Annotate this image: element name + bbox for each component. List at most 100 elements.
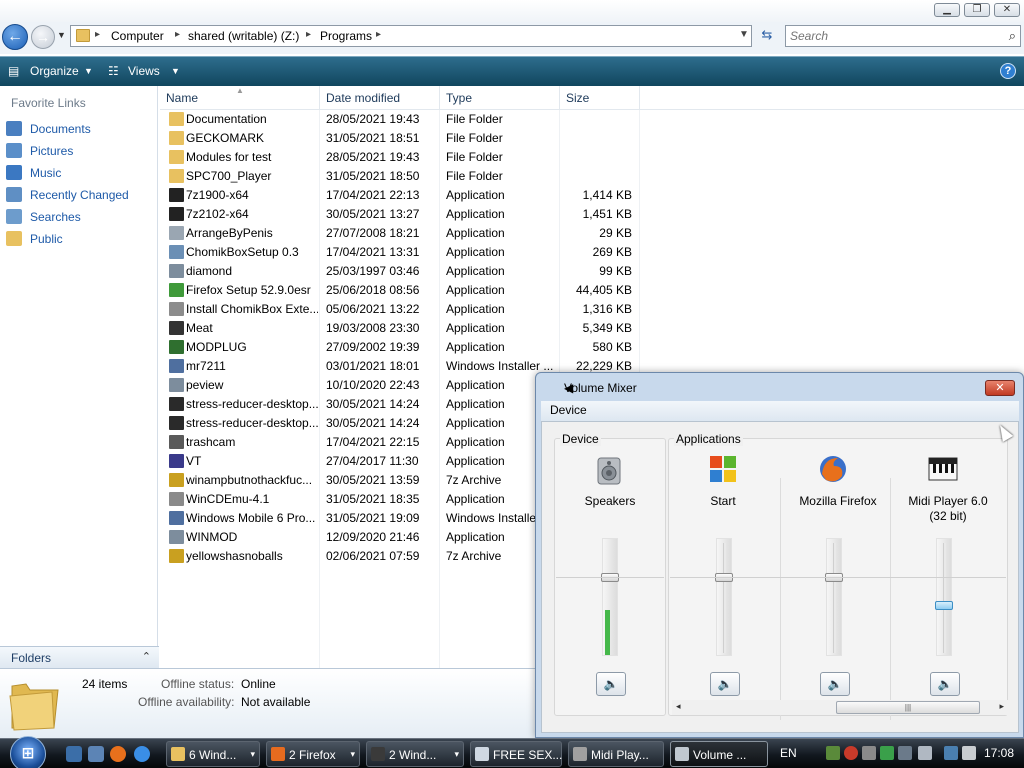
refresh-button[interactable]: ⇆ (756, 27, 778, 45)
help-icon[interactable]: ? (1000, 63, 1016, 79)
start-mute-button[interactable]: 🔈 (710, 672, 740, 696)
taskbar-button[interactable]: Volume ... (670, 741, 768, 767)
favorite-link-pictures[interactable]: Pictures (6, 142, 156, 160)
applications-scrollbar[interactable]: ◂ ||| ▸ (672, 700, 1008, 715)
recent-pages-dropdown[interactable]: ▼ (57, 30, 66, 40)
file-type: Application (446, 340, 505, 354)
breadcrumb-computer[interactable]: Computer (111, 29, 164, 43)
table-row[interactable]: 7z2102-x64 30/05/2021 13:27 Application 1,4… (160, 205, 640, 224)
firefox-quicklaunch-icon[interactable] (110, 746, 126, 762)
searches-icon (6, 209, 22, 224)
minimize-button[interactable]: ▁ (934, 3, 960, 17)
favorite-link-documents[interactable]: Documents (6, 120, 156, 138)
midi-player-mute-button[interactable]: 🔈 (930, 672, 960, 696)
firefox-volume-track[interactable] (826, 538, 842, 656)
organize-button[interactable]: Organize (30, 64, 79, 78)
taskbar-button[interactable]: 6 Wind... ▾ (166, 741, 260, 767)
views-button[interactable]: Views (128, 64, 160, 78)
tray-app-icon[interactable] (918, 746, 932, 760)
chevron-up-icon: ⌃ (141, 651, 151, 663)
folder-icon (169, 169, 184, 183)
file-icon (169, 207, 184, 221)
music-icon (6, 165, 22, 180)
taskbar-button[interactable]: FREE SEX... (470, 741, 562, 767)
midi-player-volume-track[interactable] (936, 538, 952, 656)
security-alert-icon[interactable] (844, 746, 858, 760)
file-date: 28/05/2021 19:43 (326, 112, 420, 126)
breadcrumb-drive[interactable]: shared (writable) (Z:) (188, 29, 299, 43)
mixer-close-button[interactable]: ✕ (985, 380, 1015, 396)
file-date: 17/04/2021 22:13 (326, 188, 420, 202)
network-status-icon[interactable] (826, 746, 840, 760)
column-header-row: Name ▲ Date modified Type Size (160, 86, 1024, 110)
file-name: Meat (186, 321, 213, 335)
table-row[interactable]: Meat 19/03/2008 23:30 Application 5,349 KB (160, 319, 640, 338)
column-header-date[interactable]: Date modified (320, 86, 440, 110)
maximize-button[interactable]: ❐ (964, 3, 990, 17)
table-row[interactable]: Install ChomikBox Exte... 05/06/2021 13:2… (160, 300, 640, 319)
back-button[interactable]: ← (2, 24, 28, 50)
file-date: 30/05/2021 14:24 (326, 416, 420, 430)
offline-status-value: Online (241, 677, 276, 691)
table-row[interactable]: Firefox Setup 52.9.0esr 25/06/2018 08:56 A… (160, 281, 640, 300)
address-dropdown-icon[interactable]: ▼ (739, 29, 749, 40)
start-volume-track[interactable] (716, 538, 732, 656)
file-size: 580 KB (592, 340, 632, 354)
forward-button[interactable]: → (31, 25, 55, 49)
start-button[interactable]: ⊞ (10, 736, 46, 768)
scrollbar-thumb[interactable]: ||| (836, 701, 980, 714)
favorite-link-recently-changed[interactable]: Recently Changed (6, 186, 156, 204)
refresh-icon: ⇆ (761, 27, 773, 42)
favorite-link-music[interactable]: Music (6, 164, 156, 182)
user-status-icon[interactable] (880, 746, 894, 760)
table-row[interactable]: ArrangeByPenis 27/07/2008 18:21 Applicatio… (160, 224, 640, 243)
language-indicator[interactable]: EN (780, 746, 797, 760)
scroll-right-icon[interactable]: ▸ (999, 701, 1004, 712)
table-row[interactable]: ChomikBoxSetup 0.3 17/04/2021 13:31 Applic… (160, 243, 640, 262)
midi-player-volume-slider[interactable] (935, 601, 953, 611)
menu-device[interactable]: Device (550, 403, 587, 417)
volume-tray-icon[interactable] (962, 746, 976, 760)
firefox-mute-button[interactable]: 🔈 (820, 672, 850, 696)
network-connection-icon[interactable] (944, 746, 958, 760)
table-row[interactable]: MODPLUG 27/09/2002 19:39 Application 580 KB (160, 338, 640, 357)
search-box[interactable]: ⌕ (785, 25, 1021, 47)
tray-app-icon[interactable] (862, 746, 876, 760)
scroll-left-icon[interactable]: ◂ (676, 701, 681, 712)
favorite-link-searches[interactable]: Searches (6, 208, 156, 226)
column-header-type[interactable]: Type (440, 86, 560, 110)
table-row[interactable]: Documentation 28/05/2021 19:43 File Folder (160, 110, 640, 129)
item-count: 24 items (82, 677, 128, 691)
public-folder-icon (6, 231, 22, 246)
table-row[interactable]: GECKOMARK 31/05/2021 18:51 File Folder (160, 129, 640, 148)
speakers-volume-track[interactable] (602, 538, 618, 656)
file-name: stress-reducer-desktop... (186, 397, 318, 411)
file-name: winampbutnothackfuc... (186, 473, 313, 487)
file-name: WinCDEmu-4.1 (186, 492, 270, 506)
taskbar-button[interactable]: 2 Firefox ▾ (266, 741, 360, 767)
favorite-link-public[interactable]: Public (6, 230, 156, 248)
search-icon[interactable]: ⌕ (1009, 28, 1016, 44)
folders-toggle[interactable]: Folders ⌃ (0, 646, 159, 668)
switch-windows-icon[interactable] (88, 746, 104, 762)
taskbar-button[interactable]: Midi Play... (568, 741, 664, 767)
column-header-size[interactable]: Size (560, 86, 640, 110)
file-name: Firefox Setup 52.9.0esr (186, 283, 311, 297)
speakers-mute-button[interactable]: 🔈 (596, 672, 626, 696)
table-row[interactable]: 7z1900-x64 17/04/2021 22:13 Application 1,4… (160, 186, 640, 205)
breadcrumb-programs[interactable]: Programs (320, 29, 372, 43)
search-input[interactable] (786, 26, 986, 46)
close-button[interactable]: ✕ (994, 3, 1020, 17)
address-bar[interactable]: ▸ Computer ▸ shared (writable) (Z:) ▸ Pr… (70, 25, 752, 47)
file-icon (169, 416, 184, 430)
taskbar-button[interactable]: 2 Wind... ▾ (366, 741, 464, 767)
show-desktop-icon[interactable] (66, 746, 82, 762)
internet-explorer-icon[interactable] (134, 746, 150, 762)
table-row[interactable]: diamond 25/03/1997 03:46 Application 99 KB (160, 262, 640, 281)
favorite-link-label: Searches (30, 210, 81, 224)
table-row[interactable]: SPC700_Player 31/05/2021 18:50 File Folder (160, 167, 640, 186)
system-clock[interactable]: 17:08 (984, 746, 1014, 760)
tray-app-icon[interactable] (898, 746, 912, 760)
table-row[interactable]: Modules for test 28/05/2021 19:43 File Fol… (160, 148, 640, 167)
volume-mixer-window: ◀ Volume Mixer ✕ Device Device Applicati… (535, 372, 1024, 738)
